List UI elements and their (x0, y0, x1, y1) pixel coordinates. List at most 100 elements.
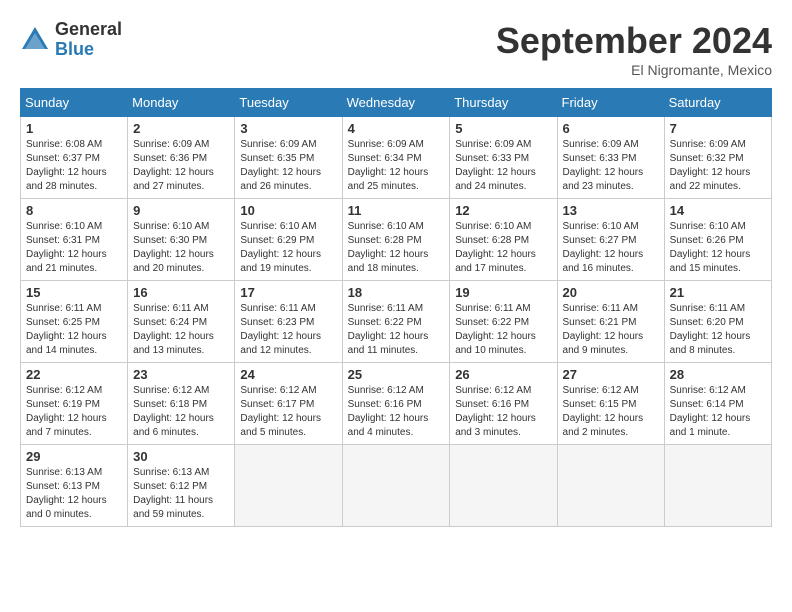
day-number: 21 (670, 285, 766, 300)
day-number: 17 (240, 285, 336, 300)
day-info: Sunrise: 6:10 AM Sunset: 6:28 PM Dayligh… (348, 220, 445, 276)
day-number: 15 (26, 285, 122, 300)
day-number: 8 (26, 203, 122, 218)
location: El Nigromante, Mexico (496, 62, 772, 78)
calendar-week-row: 22 Sunrise: 6:12 AM Sunset: 6:19 PM Dayli… (21, 363, 772, 445)
calendar-cell: 22 Sunrise: 6:12 AM Sunset: 6:19 PM Dayli… (21, 363, 128, 445)
day-info: Sunrise: 6:10 AM Sunset: 6:29 PM Dayligh… (240, 220, 336, 276)
day-number: 28 (670, 367, 766, 382)
day-info: Sunrise: 6:10 AM Sunset: 6:26 PM Dayligh… (670, 220, 766, 276)
calendar-cell: 26Sunrise: 6:12 AM Sunset: 6:16 PM Dayli… (450, 363, 557, 445)
calendar-cell (450, 445, 557, 527)
day-info: Sunrise: 6:09 AM Sunset: 6:33 PM Dayligh… (455, 138, 551, 194)
calendar-cell: 14 Sunrise: 6:10 AM Sunset: 6:26 PM Dayli… (664, 199, 771, 281)
calendar-cell: 27Sunrise: 6:12 AM Sunset: 6:15 PM Dayli… (557, 363, 664, 445)
day-number: 14 (670, 203, 766, 218)
calendar-cell: 5 Sunrise: 6:09 AM Sunset: 6:33 PM Daylig… (450, 117, 557, 199)
day-number: 29 (26, 449, 122, 464)
calendar-cell: 20 Sunrise: 6:11 AM Sunset: 6:21 PM Dayli… (557, 281, 664, 363)
day-info: Sunrise: 6:12 AM Sunset: 6:15 PM Dayligh… (563, 384, 659, 440)
calendar-cell (664, 445, 771, 527)
day-number: 25 (348, 367, 445, 382)
calendar-cell: 4 Sunrise: 6:09 AM Sunset: 6:34 PM Daylig… (342, 117, 450, 199)
calendar-cell: 17 Sunrise: 6:11 AM Sunset: 6:23 PM Dayli… (235, 281, 342, 363)
calendar-cell: 25 Sunrise: 6:12 AM Sunset: 6:16 PM Dayli… (342, 363, 450, 445)
day-number: 20 (563, 285, 659, 300)
day-info: Sunrise: 6:12 AM Sunset: 6:17 PM Dayligh… (240, 384, 336, 440)
calendar-cell: 28 Sunrise: 6:12 AM Sunset: 6:14 PM Dayli… (664, 363, 771, 445)
day-number: 22 (26, 367, 122, 382)
calendar-cell: 8Sunrise: 6:10 AM Sunset: 6:31 PM Daylig… (21, 199, 128, 281)
day-info: Sunrise: 6:09 AM Sunset: 6:34 PM Dayligh… (348, 138, 445, 194)
day-info: Sunrise: 6:11 AM Sunset: 6:24 PM Dayligh… (133, 302, 229, 358)
calendar-week-row: 1 Sunrise: 6:08 AM Sunset: 6:37 PM Daylig… (21, 117, 772, 199)
day-info: Sunrise: 6:12 AM Sunset: 6:16 PM Dayligh… (348, 384, 445, 440)
calendar-cell: 19Sunrise: 6:11 AM Sunset: 6:22 PM Dayli… (450, 281, 557, 363)
calendar-cell: 23Sunrise: 6:12 AM Sunset: 6:18 PM Dayli… (128, 363, 235, 445)
column-header-saturday: Saturday (664, 89, 771, 117)
day-info: Sunrise: 6:11 AM Sunset: 6:23 PM Dayligh… (240, 302, 336, 358)
calendar-cell: 15Sunrise: 6:11 AM Sunset: 6:25 PM Dayli… (21, 281, 128, 363)
day-info: Sunrise: 6:11 AM Sunset: 6:22 PM Dayligh… (455, 302, 551, 358)
day-number: 16 (133, 285, 229, 300)
logo-blue: Blue (55, 40, 122, 60)
column-header-sunday: Sunday (21, 89, 128, 117)
calendar-cell: 10 Sunrise: 6:10 AM Sunset: 6:29 PM Dayli… (235, 199, 342, 281)
day-number: 10 (240, 203, 336, 218)
day-number: 30 (133, 449, 229, 464)
day-number: 11 (348, 203, 445, 218)
day-info: Sunrise: 6:08 AM Sunset: 6:37 PM Dayligh… (26, 138, 122, 194)
calendar-cell (342, 445, 450, 527)
calendar-week-row: 29 Sunrise: 6:13 AM Sunset: 6:13 PM Dayli… (21, 445, 772, 527)
calendar-cell: 11 Sunrise: 6:10 AM Sunset: 6:28 PM Dayli… (342, 199, 450, 281)
column-header-wednesday: Wednesday (342, 89, 450, 117)
calendar-cell: 18 Sunrise: 6:11 AM Sunset: 6:22 PM Dayli… (342, 281, 450, 363)
calendar-cell: 13Sunrise: 6:10 AM Sunset: 6:27 PM Dayli… (557, 199, 664, 281)
day-info: Sunrise: 6:12 AM Sunset: 6:18 PM Dayligh… (133, 384, 229, 440)
calendar-cell: 7Sunrise: 6:09 AM Sunset: 6:32 PM Daylig… (664, 117, 771, 199)
day-info: Sunrise: 6:09 AM Sunset: 6:36 PM Dayligh… (133, 138, 229, 194)
calendar-cell: 6Sunrise: 6:09 AM Sunset: 6:33 PM Daylig… (557, 117, 664, 199)
day-info: Sunrise: 6:10 AM Sunset: 6:30 PM Dayligh… (133, 220, 229, 276)
calendar-cell: 29 Sunrise: 6:13 AM Sunset: 6:13 PM Dayli… (21, 445, 128, 527)
day-number: 1 (26, 121, 122, 136)
calendar-cell (235, 445, 342, 527)
day-info: Sunrise: 6:09 AM Sunset: 6:32 PM Dayligh… (670, 138, 766, 194)
calendar-header-row: SundayMondayTuesdayWednesdayThursdayFrid… (21, 89, 772, 117)
day-info: Sunrise: 6:11 AM Sunset: 6:21 PM Dayligh… (563, 302, 659, 358)
day-number: 12 (455, 203, 551, 218)
day-info: Sunrise: 6:12 AM Sunset: 6:16 PM Dayligh… (455, 384, 551, 440)
page-header: General Blue September 2024 El Nigromant… (20, 20, 772, 78)
title-block: September 2024 El Nigromante, Mexico (496, 20, 772, 78)
calendar-cell: 1 Sunrise: 6:08 AM Sunset: 6:37 PM Daylig… (21, 117, 128, 199)
calendar-cell: 16 Sunrise: 6:11 AM Sunset: 6:24 PM Dayli… (128, 281, 235, 363)
calendar-cell (557, 445, 664, 527)
day-number: 2 (133, 121, 229, 136)
day-number: 18 (348, 285, 445, 300)
calendar-cell: 3 Sunrise: 6:09 AM Sunset: 6:35 PM Daylig… (235, 117, 342, 199)
logo-text: General Blue (55, 20, 122, 60)
logo-general: General (55, 20, 122, 40)
day-number: 24 (240, 367, 336, 382)
day-info: Sunrise: 6:10 AM Sunset: 6:27 PM Dayligh… (563, 220, 659, 276)
day-info: Sunrise: 6:12 AM Sunset: 6:14 PM Dayligh… (670, 384, 766, 440)
day-info: Sunrise: 6:10 AM Sunset: 6:28 PM Dayligh… (455, 220, 551, 276)
column-header-friday: Friday (557, 89, 664, 117)
day-info: Sunrise: 6:09 AM Sunset: 6:35 PM Dayligh… (240, 138, 336, 194)
calendar-cell: 9Sunrise: 6:10 AM Sunset: 6:30 PM Daylig… (128, 199, 235, 281)
day-number: 4 (348, 121, 445, 136)
calendar-cell: 30 Sunrise: 6:13 AM Sunset: 6:12 PM Dayli… (128, 445, 235, 527)
calendar-table: SundayMondayTuesdayWednesdayThursdayFrid… (20, 88, 772, 527)
day-info: Sunrise: 6:11 AM Sunset: 6:22 PM Dayligh… (348, 302, 445, 358)
logo-icon (20, 25, 50, 55)
day-info: Sunrise: 6:12 AM Sunset: 6:19 PM Dayligh… (26, 384, 122, 440)
day-number: 5 (455, 121, 551, 136)
day-number: 6 (563, 121, 659, 136)
day-info: Sunrise: 6:13 AM Sunset: 6:13 PM Dayligh… (26, 466, 122, 522)
day-info: Sunrise: 6:13 AM Sunset: 6:12 PM Dayligh… (133, 466, 229, 522)
day-info: Sunrise: 6:11 AM Sunset: 6:20 PM Dayligh… (670, 302, 766, 358)
day-number: 3 (240, 121, 336, 136)
calendar-cell: 12 Sunrise: 6:10 AM Sunset: 6:28 PM Dayli… (450, 199, 557, 281)
calendar-cell: 24 Sunrise: 6:12 AM Sunset: 6:17 PM Dayli… (235, 363, 342, 445)
month-title: September 2024 (496, 20, 772, 62)
